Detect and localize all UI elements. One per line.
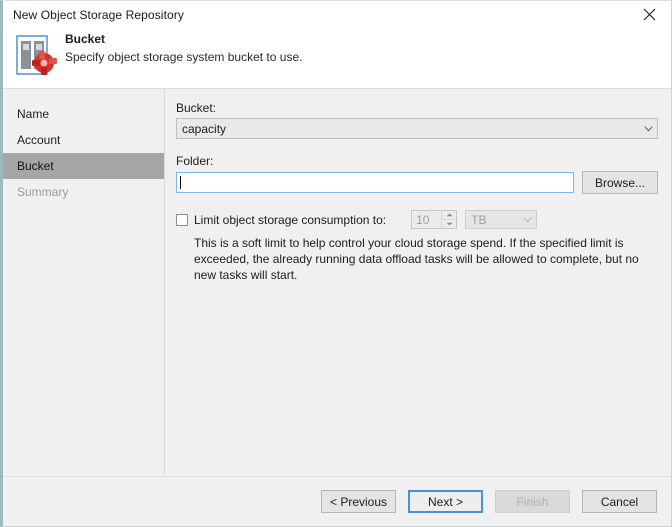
page-subtitle: Specify object storage system bucket to … (65, 50, 303, 64)
text-caret (180, 176, 181, 189)
close-icon (643, 8, 656, 21)
sidebar-item-summary[interactable]: Summary (3, 179, 164, 205)
limit-consumption-checkbox[interactable] (176, 213, 188, 226)
sidebar-item-account[interactable]: Account (3, 127, 164, 153)
spinner-down-icon[interactable] (442, 219, 457, 228)
page-title: Bucket (65, 32, 106, 46)
bucket-select[interactable]: capacity (176, 118, 658, 139)
folder-row: Browse... (176, 171, 658, 194)
stepper-buttons (441, 211, 457, 228)
close-button[interactable] (627, 1, 671, 28)
wizard-step-sidebar: Name Account Bucket Summary (3, 89, 165, 477)
folder-label: Folder: (176, 154, 214, 168)
limit-consumption-hint: This is a soft limit to help control you… (194, 236, 639, 282)
limit-unit-select[interactable]: TB (465, 210, 538, 229)
window-title: New Object Storage Repository (13, 7, 184, 22)
limit-unit-value: TB (471, 212, 487, 227)
sidebar-item-name[interactable]: Name (3, 101, 164, 127)
bucket-select-value: capacity (182, 121, 227, 136)
previous-button[interactable]: < Previous (321, 490, 396, 513)
limit-amount-value: 10 (416, 212, 430, 227)
sidebar-item-bucket[interactable]: Bucket (3, 153, 164, 179)
finish-button[interactable]: Finish (495, 490, 570, 513)
dialog-body: Name Account Bucket Summary Bucket: capa… (3, 89, 671, 477)
footer-button-group: < Previous Next > Finish Cancel (321, 490, 657, 513)
object-storage-repository-icon (16, 34, 58, 78)
browse-button[interactable]: Browse... (582, 171, 658, 194)
new-object-storage-repository-dialog: New Object Storage Repository Bucket Spe… (0, 0, 672, 527)
spinner-up-icon[interactable] (442, 211, 456, 219)
limit-consumption-row: Limit object storage consumption to: 10 … (176, 210, 658, 229)
limit-consumption-label: Limit object storage consumption to: (194, 212, 387, 227)
cancel-button[interactable]: Cancel (582, 490, 657, 513)
chevron-down-icon (519, 216, 536, 223)
next-button[interactable]: Next > (408, 490, 483, 513)
dialog-header: Bucket Specify object storage system buc… (3, 28, 671, 89)
bucket-settings-panel: Bucket: capacity Folder: Browse... Limit… (166, 89, 671, 477)
chevron-down-icon (640, 125, 657, 132)
title-bar: New Object Storage Repository (3, 1, 671, 28)
dialog-footer: < Previous Next > Finish Cancel (3, 476, 671, 526)
folder-input[interactable] (176, 172, 574, 193)
limit-amount-stepper[interactable]: 10 (411, 210, 458, 229)
bucket-label: Bucket: (176, 101, 217, 115)
